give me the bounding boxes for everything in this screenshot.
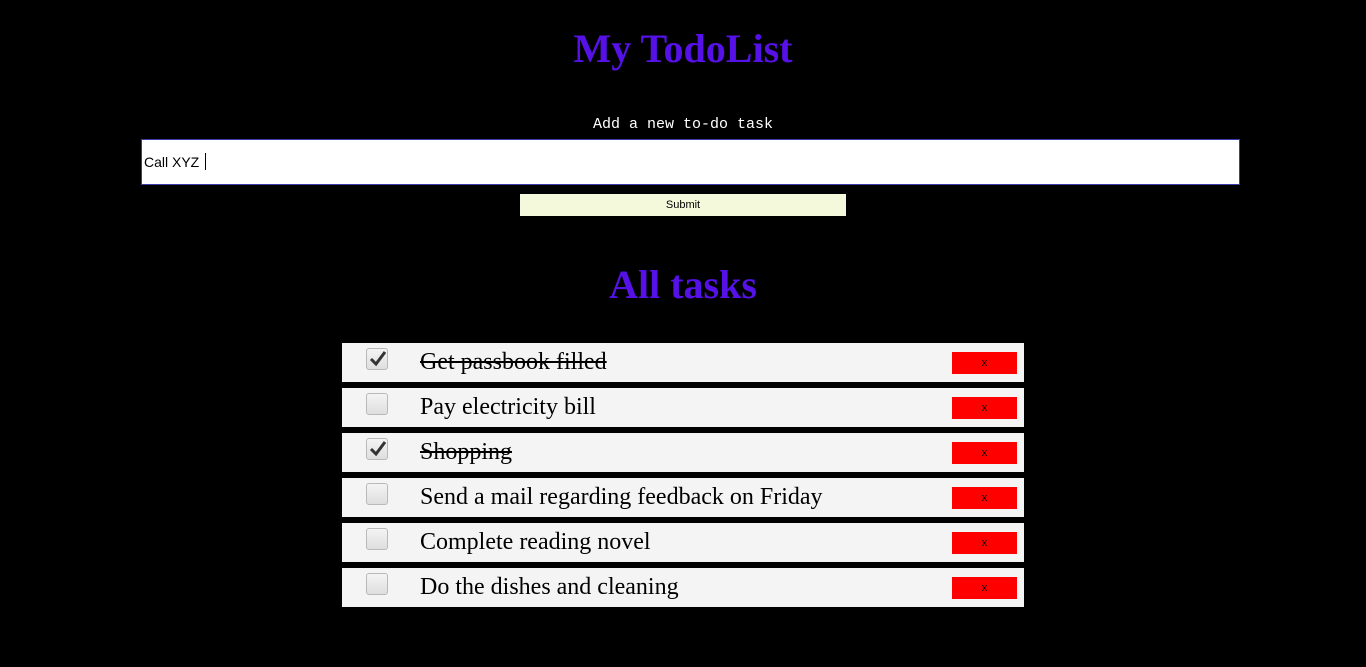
task-checkbox[interactable] [366, 393, 388, 415]
task-list: Get passbook filled x Pay electricity bi… [342, 343, 1024, 613]
submit-button[interactable]: Submit [520, 194, 846, 216]
all-tasks-heading: All tasks [609, 262, 757, 307]
checkmark-icon [369, 441, 387, 457]
todo-app: My TodoList Add a new to-do task Submit … [0, 0, 1366, 667]
new-task-input[interactable] [141, 139, 1240, 185]
task-checkbox[interactable] [366, 573, 388, 595]
app-title: My TodoList [573, 26, 793, 71]
task-text: Send a mail regarding feedback on Friday [420, 484, 823, 510]
task-text: Complete reading novel [420, 529, 651, 555]
delete-task-button[interactable]: x [952, 442, 1017, 464]
delete-task-button[interactable]: x [952, 352, 1017, 374]
task-text: Shopping [420, 439, 513, 465]
delete-task-button[interactable]: x [952, 487, 1017, 509]
task-row: Complete reading novel x [342, 523, 1024, 562]
task-checkbox[interactable] [366, 348, 388, 370]
task-checkbox[interactable] [366, 438, 388, 460]
task-text: Get passbook filled [420, 349, 607, 375]
checkmark-icon [369, 351, 387, 367]
task-checkbox[interactable] [366, 528, 388, 550]
delete-task-button[interactable]: x [952, 577, 1017, 599]
text-caret [205, 153, 206, 170]
task-row: Send a mail regarding feedback on Friday… [342, 478, 1024, 517]
delete-task-button[interactable]: x [952, 397, 1017, 419]
task-row: Get passbook filled x [342, 343, 1024, 382]
task-checkbox[interactable] [366, 483, 388, 505]
delete-task-button[interactable]: x [952, 532, 1017, 554]
task-row: Shopping x [342, 433, 1024, 472]
task-row: Do the dishes and cleaning x [342, 568, 1024, 607]
task-text: Do the dishes and cleaning [420, 574, 679, 600]
new-task-label: Add a new to-do task [592, 116, 774, 133]
task-text: Pay electricity bill [420, 394, 596, 420]
task-row: Pay electricity bill x [342, 388, 1024, 427]
